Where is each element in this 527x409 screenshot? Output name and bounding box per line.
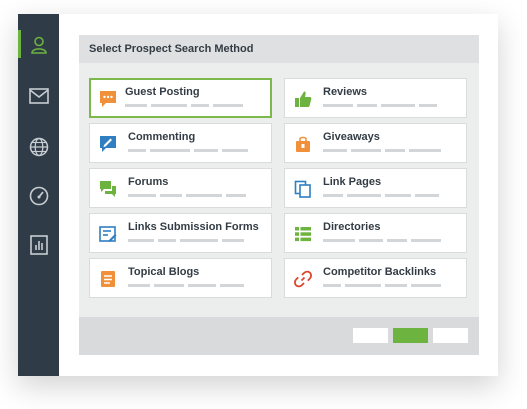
method-card-links-submission-forms[interactable]: Links Submission Forms xyxy=(89,213,272,253)
method-card-competitor-backlinks[interactable]: Competitor Backlinks xyxy=(284,258,467,298)
method-label: Competitor Backlinks xyxy=(323,266,437,278)
method-label: Links Submission Forms xyxy=(128,221,259,233)
placeholder-lines xyxy=(323,149,443,152)
globe-icon[interactable] xyxy=(26,134,51,159)
active-indicator xyxy=(18,30,21,58)
placeholder-lines xyxy=(128,239,248,242)
gift-bag-icon xyxy=(296,136,310,152)
placeholder-lines xyxy=(128,149,248,152)
method-card-link-pages[interactable]: Link Pages xyxy=(284,168,467,208)
back-button[interactable] xyxy=(353,328,388,343)
method-card-commenting[interactable]: Commenting xyxy=(89,123,272,163)
method-card-directories[interactable]: Directories xyxy=(284,213,467,253)
method-card-reviews[interactable]: Reviews xyxy=(284,78,467,118)
report-icon[interactable] xyxy=(26,232,51,257)
placeholder-lines xyxy=(323,239,443,242)
sidebar xyxy=(18,14,59,376)
placeholder-lines xyxy=(323,104,443,107)
comment-pen-icon xyxy=(100,136,116,152)
panel-title: Select Prospect Search Method xyxy=(89,43,254,55)
mail-icon[interactable] xyxy=(26,83,51,108)
placeholder-lines xyxy=(128,194,248,197)
user-icon[interactable] xyxy=(26,32,51,57)
method-label: Commenting xyxy=(128,131,196,143)
placeholder-lines xyxy=(128,284,248,287)
next-button[interactable] xyxy=(393,328,428,343)
method-label: Directories xyxy=(323,221,381,233)
method-card-forums[interactable]: Forums xyxy=(89,168,272,208)
document-icon xyxy=(101,271,115,287)
method-label: Giveaways xyxy=(323,131,380,143)
link-icon xyxy=(294,270,312,288)
search-method-panel: Select Prospect Search Method Guest Post… xyxy=(79,35,479,355)
method-label: Link Pages xyxy=(323,176,382,188)
method-label: Guest Posting xyxy=(125,86,200,98)
gauge-icon[interactable] xyxy=(26,183,51,208)
method-card-topical-blogs[interactable]: Topical Blogs xyxy=(89,258,272,298)
thumbs-up-icon xyxy=(295,91,312,107)
placeholder-lines xyxy=(125,104,245,107)
form-edit-icon xyxy=(99,226,117,242)
copy-pages-icon xyxy=(294,180,311,198)
cancel-button[interactable] xyxy=(433,328,468,343)
method-label: Topical Blogs xyxy=(128,266,200,278)
placeholder-lines xyxy=(323,194,443,197)
forum-icon xyxy=(100,181,116,197)
method-card-guest-posting[interactable]: Guest Posting xyxy=(89,78,272,118)
method-card-giveaways[interactable]: Giveaways xyxy=(284,123,467,163)
panel-footer xyxy=(79,317,479,355)
method-label: Forums xyxy=(128,176,169,188)
method-label: Reviews xyxy=(323,86,368,98)
list-icon xyxy=(295,227,311,242)
panel-header: Select Prospect Search Method xyxy=(79,35,479,63)
placeholder-lines xyxy=(323,284,443,287)
chat-icon xyxy=(100,91,116,107)
